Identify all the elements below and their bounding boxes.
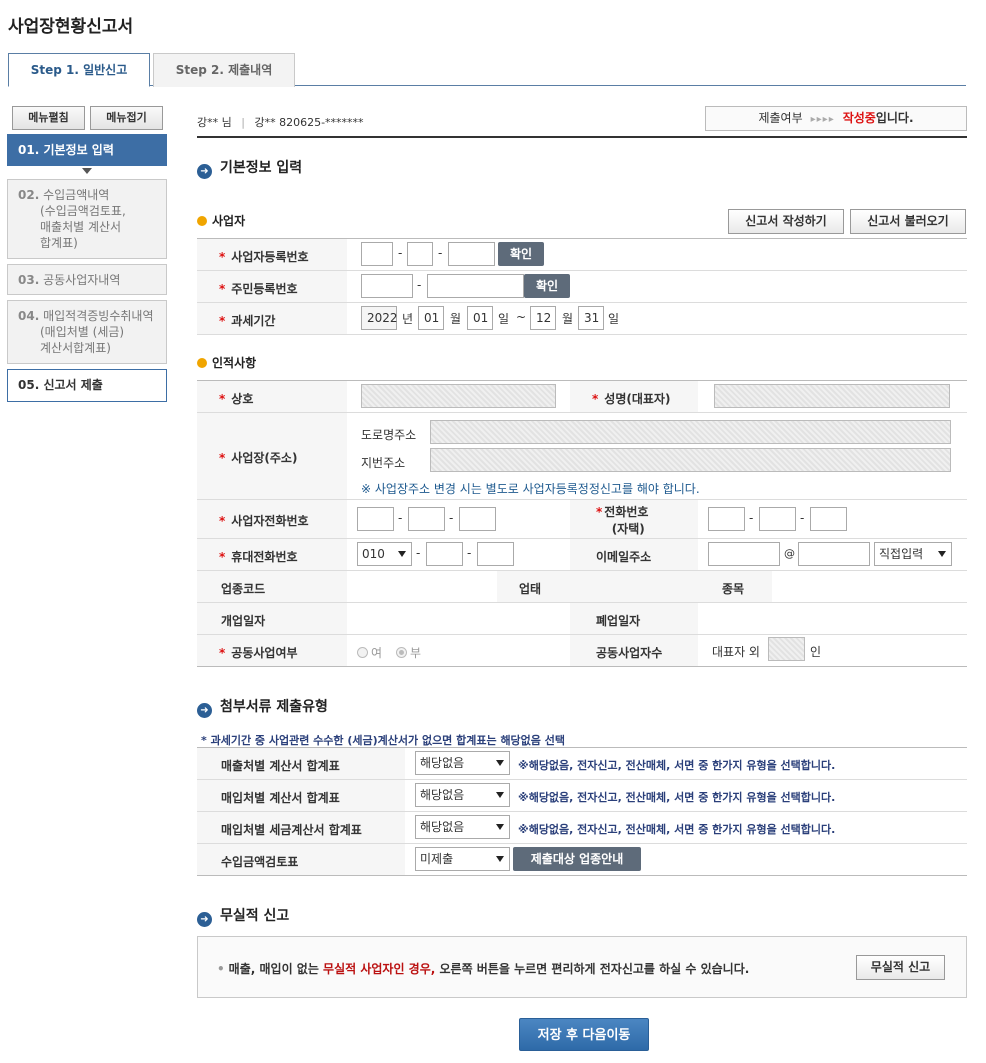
personal-subheader: 인적사항 <box>197 354 256 371</box>
step-tabs: Step 1. 일반신고 Step 2. 제출내역 <box>8 53 966 87</box>
load-report-button[interactable]: 신고서 불러오기 <box>850 209 966 234</box>
bizno-confirm-button[interactable]: 확인 <box>498 242 544 266</box>
email-domain-input[interactable] <box>798 542 870 566</box>
home-phone-part3-input[interactable] <box>810 507 847 531</box>
industry-guide-button[interactable]: 제출대상 업종안내 <box>513 847 641 871</box>
joint-label: * 공동사업여부 <box>219 646 298 660</box>
sidebar-item-basic-info[interactable]: 01. 기본정보 입력 <box>7 134 167 166</box>
attach-note: * 과세기간 중 사업관련 수수한 (세금)계산서가 없으면 합계표는 해당없음… <box>201 734 565 747</box>
email-domain-select[interactable]: 직접입력 <box>874 542 952 566</box>
bizno-label: * 사업자등록번호 <box>219 250 309 264</box>
resno-label: * 주민등록번호 <box>219 282 298 296</box>
chevron-down-icon <box>496 824 504 830</box>
attach-row-review-label: 수입금액검토표 <box>221 855 299 869</box>
chevron-down-icon <box>938 551 946 557</box>
sidebar-item-income[interactable]: 02. 수입금액내역 (수입금액검토표, 매출처별 계산서 합계표) <box>7 179 167 259</box>
bizno-part1-input[interactable] <box>361 242 393 266</box>
section-attach-title: ➜ 첨부서류 제출유형 <box>197 696 328 718</box>
joint-no-radio[interactable]: 부 <box>396 644 421 661</box>
address-note: ※ 사업장주소 변경 시는 별도로 사업자등록정정신고를 해야 합니다. <box>361 482 700 496</box>
period-start-day-input[interactable]: 01 <box>467 306 493 330</box>
resno-part2-input[interactable] <box>427 274 524 298</box>
arrow-right-icon: ➜ <box>197 164 212 179</box>
page-title: 사업장현황신고서 <box>8 17 134 37</box>
chevron-down-icon <box>496 856 504 862</box>
bullet-icon <box>197 216 207 226</box>
trade-name-input <box>361 384 556 408</box>
period-label: * 과세기간 <box>219 314 276 328</box>
attach-sales-select[interactable]: 해당없음 <box>415 751 510 775</box>
joint-yes-radio[interactable]: 여 <box>357 644 382 661</box>
resno-confirm-button[interactable]: 확인 <box>524 274 570 298</box>
rep-name-label: * 성명(대표자) <box>592 392 671 406</box>
item-label: 종목 <box>722 582 745 596</box>
home-phone-part2-input[interactable] <box>759 507 796 531</box>
road-address-input <box>430 420 951 444</box>
sidebar-item-joint[interactable]: 03. 공동사업자내역 <box>7 264 167 295</box>
rep-name-input <box>714 384 950 408</box>
tab-step1[interactable]: Step 1. 일반신고 <box>8 53 150 87</box>
trade-name-label: * 상호 <box>219 392 254 406</box>
save-next-button[interactable]: 저장 후 다음이동 <box>519 1018 649 1051</box>
nil-filing-box: • 매출, 매입이 없는 무실적 사업자인 경우, 오른쪽 버튼을 누르면 편리하… <box>197 936 967 998</box>
attach-row-tax-label: 매입처별 세금계산서 합계표 <box>221 823 362 837</box>
sidebar-item-submit[interactable]: 05. 신고서 제출 <box>7 369 167 402</box>
divider <box>197 136 967 138</box>
chevron-down-icon <box>82 168 92 174</box>
close-date-label: 폐업일자 <box>596 614 641 628</box>
chevron-down-icon <box>496 760 504 766</box>
bizno-part3-input[interactable] <box>448 242 495 266</box>
lot-address-input <box>430 448 951 472</box>
biz-phone-label: * 사업자전화번호 <box>219 514 309 528</box>
menu-expand-button[interactable]: 메뉴펼침 <box>12 106 85 130</box>
mobile-part2-input[interactable] <box>426 542 463 566</box>
attach-tax-select[interactable]: 해당없음 <box>415 815 510 839</box>
joint-count-label: 공동사업자수 <box>596 646 663 660</box>
sidebar-item-purchase[interactable]: 04. 매입적격증빙수취내역 (매입처별 (세금) 계산서합계표) <box>7 300 167 364</box>
mobile-label: * 휴대전화번호 <box>219 550 298 564</box>
tab-step2[interactable]: Step 2. 제출내역 <box>153 53 295 87</box>
menu-collapse-button[interactable]: 메뉴접기 <box>90 106 163 130</box>
biz-phone-part3-input[interactable] <box>459 507 496 531</box>
email-id-input[interactable] <box>708 542 780 566</box>
mobile-prefix-select[interactable]: 010 <box>357 542 412 566</box>
open-date-label: 개업일자 <box>221 614 266 628</box>
period-end-day-input[interactable]: 31 <box>578 306 604 330</box>
attach-review-select[interactable]: 미제출 <box>415 847 510 871</box>
bizno-part2-input[interactable] <box>407 242 433 266</box>
mobile-part3-input[interactable] <box>477 542 514 566</box>
nil-filing-button[interactable]: 무실적 신고 <box>856 955 945 980</box>
period-year-input[interactable]: 2022 <box>361 306 398 330</box>
period-end-month-input[interactable]: 12 <box>530 306 556 330</box>
chevron-down-icon <box>496 792 504 798</box>
attach-row-sales-label: 매출처별 계산서 합계표 <box>221 759 340 773</box>
industry-code-label: 업종코드 <box>221 582 266 596</box>
arrow-right-icon: ➜ <box>197 703 212 718</box>
write-report-button[interactable]: 신고서 작성하기 <box>728 209 844 234</box>
submission-status: 제출여부 ▸▸▸▸ 작성중입니다. <box>705 106 967 131</box>
section-basic-title: ➜ 기본정보 입력 <box>197 157 302 179</box>
user-info: 강** 님 | 강** 820625-******* <box>197 116 364 129</box>
business-type-label: 업태 <box>519 582 542 596</box>
attach-purchase-select[interactable]: 해당없음 <box>415 783 510 807</box>
bullet-icon <box>197 358 207 368</box>
email-label: 이메일주소 <box>596 550 652 564</box>
biz-phone-part1-input[interactable] <box>357 507 394 531</box>
period-start-month-input[interactable]: 01 <box>418 306 444 330</box>
arrow-right-icon: ➜ <box>197 912 212 927</box>
home-phone-part1-input[interactable] <box>708 507 745 531</box>
attach-row-purchase-label: 매입처별 계산서 합계표 <box>221 791 340 805</box>
section-nil-title: ➜ 무실적 신고 <box>197 905 289 927</box>
resno-part1-input[interactable] <box>361 274 413 298</box>
business-subheader: 사업자 <box>197 212 245 229</box>
biz-phone-part2-input[interactable] <box>408 507 445 531</box>
joint-count-input <box>768 637 805 661</box>
home-phone-label: * 전화번호 (자택) <box>596 505 649 536</box>
address-label: * 사업장(주소) <box>219 451 298 465</box>
chevron-down-icon <box>398 551 406 557</box>
